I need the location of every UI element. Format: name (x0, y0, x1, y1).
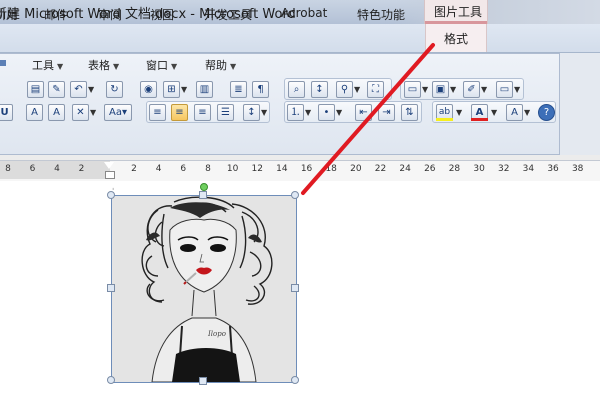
annotation-overlay (301, 43, 435, 195)
annotation-arrow (301, 43, 435, 195)
